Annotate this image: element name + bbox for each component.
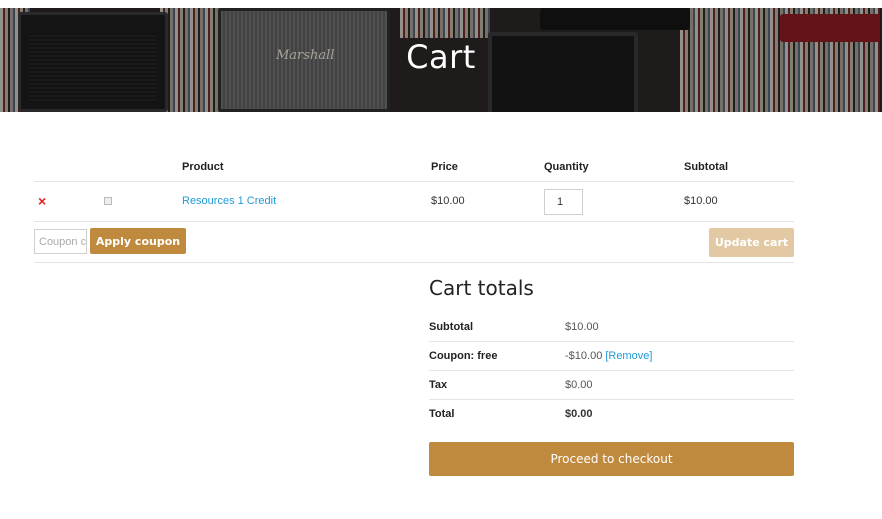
subtotal-label: Subtotal — [429, 321, 473, 333]
cart-totals: Cart totals Subtotal $10.00 Coupon: free… — [429, 276, 794, 476]
column-header-price: Price — [431, 161, 458, 173]
cart-totals-heading: Cart totals — [429, 276, 534, 300]
cart-table: Product Price Quantity Subtotal × Resour… — [34, 154, 794, 263]
quantity-input[interactable] — [544, 189, 583, 215]
coupon-value-wrap: -$10.00 [Remove] — [565, 350, 652, 362]
cart-item-row: × Resources 1 Credit $10.00 $10.00 — [34, 182, 794, 222]
column-header-subtotal: Subtotal — [684, 161, 728, 173]
totals-row-coupon: Coupon: free -$10.00 [Remove] — [429, 342, 794, 371]
tax-label: Tax — [429, 379, 448, 391]
page-title: Cart — [406, 38, 476, 76]
coupon-label: Coupon: free — [429, 350, 498, 362]
top-strip — [0, 0, 882, 8]
subtotal-value: $10.00 — [565, 321, 599, 333]
item-subtotal: $10.00 — [684, 195, 718, 207]
item-price: $10.00 — [431, 195, 465, 207]
cart-actions: Apply coupon Update cart — [34, 222, 794, 263]
totals-row-subtotal: Subtotal $10.00 — [429, 313, 794, 342]
remove-coupon-link[interactable]: [Remove] — [605, 350, 652, 362]
image-placeholder-icon[interactable] — [104, 197, 112, 205]
total-value: $0.00 — [565, 408, 593, 420]
total-value-wrap: $0.00 — [565, 408, 593, 420]
totals-row-tax: Tax $0.00 — [429, 371, 794, 400]
close-icon[interactable]: × — [38, 194, 46, 208]
column-header-product: Product — [182, 161, 224, 173]
cart-table-header: Product Price Quantity Subtotal — [34, 154, 794, 182]
proceed-to-checkout-button[interactable]: Proceed to checkout — [429, 442, 794, 476]
tax-value: $0.00 — [565, 379, 593, 391]
apply-coupon-button[interactable]: Apply coupon — [90, 228, 186, 254]
product-link[interactable]: Resources 1 Credit — [182, 195, 276, 207]
total-label: Total — [429, 408, 455, 420]
totals-row-total: Total $0.00 — [429, 400, 794, 429]
column-header-quantity: Quantity — [544, 161, 589, 173]
update-cart-button[interactable]: Update cart — [709, 228, 794, 257]
coupon-value: -$10.00 — [565, 350, 603, 362]
coupon-code-input[interactable] — [34, 229, 87, 254]
page-banner: Marshall Cart — [0, 8, 882, 112]
